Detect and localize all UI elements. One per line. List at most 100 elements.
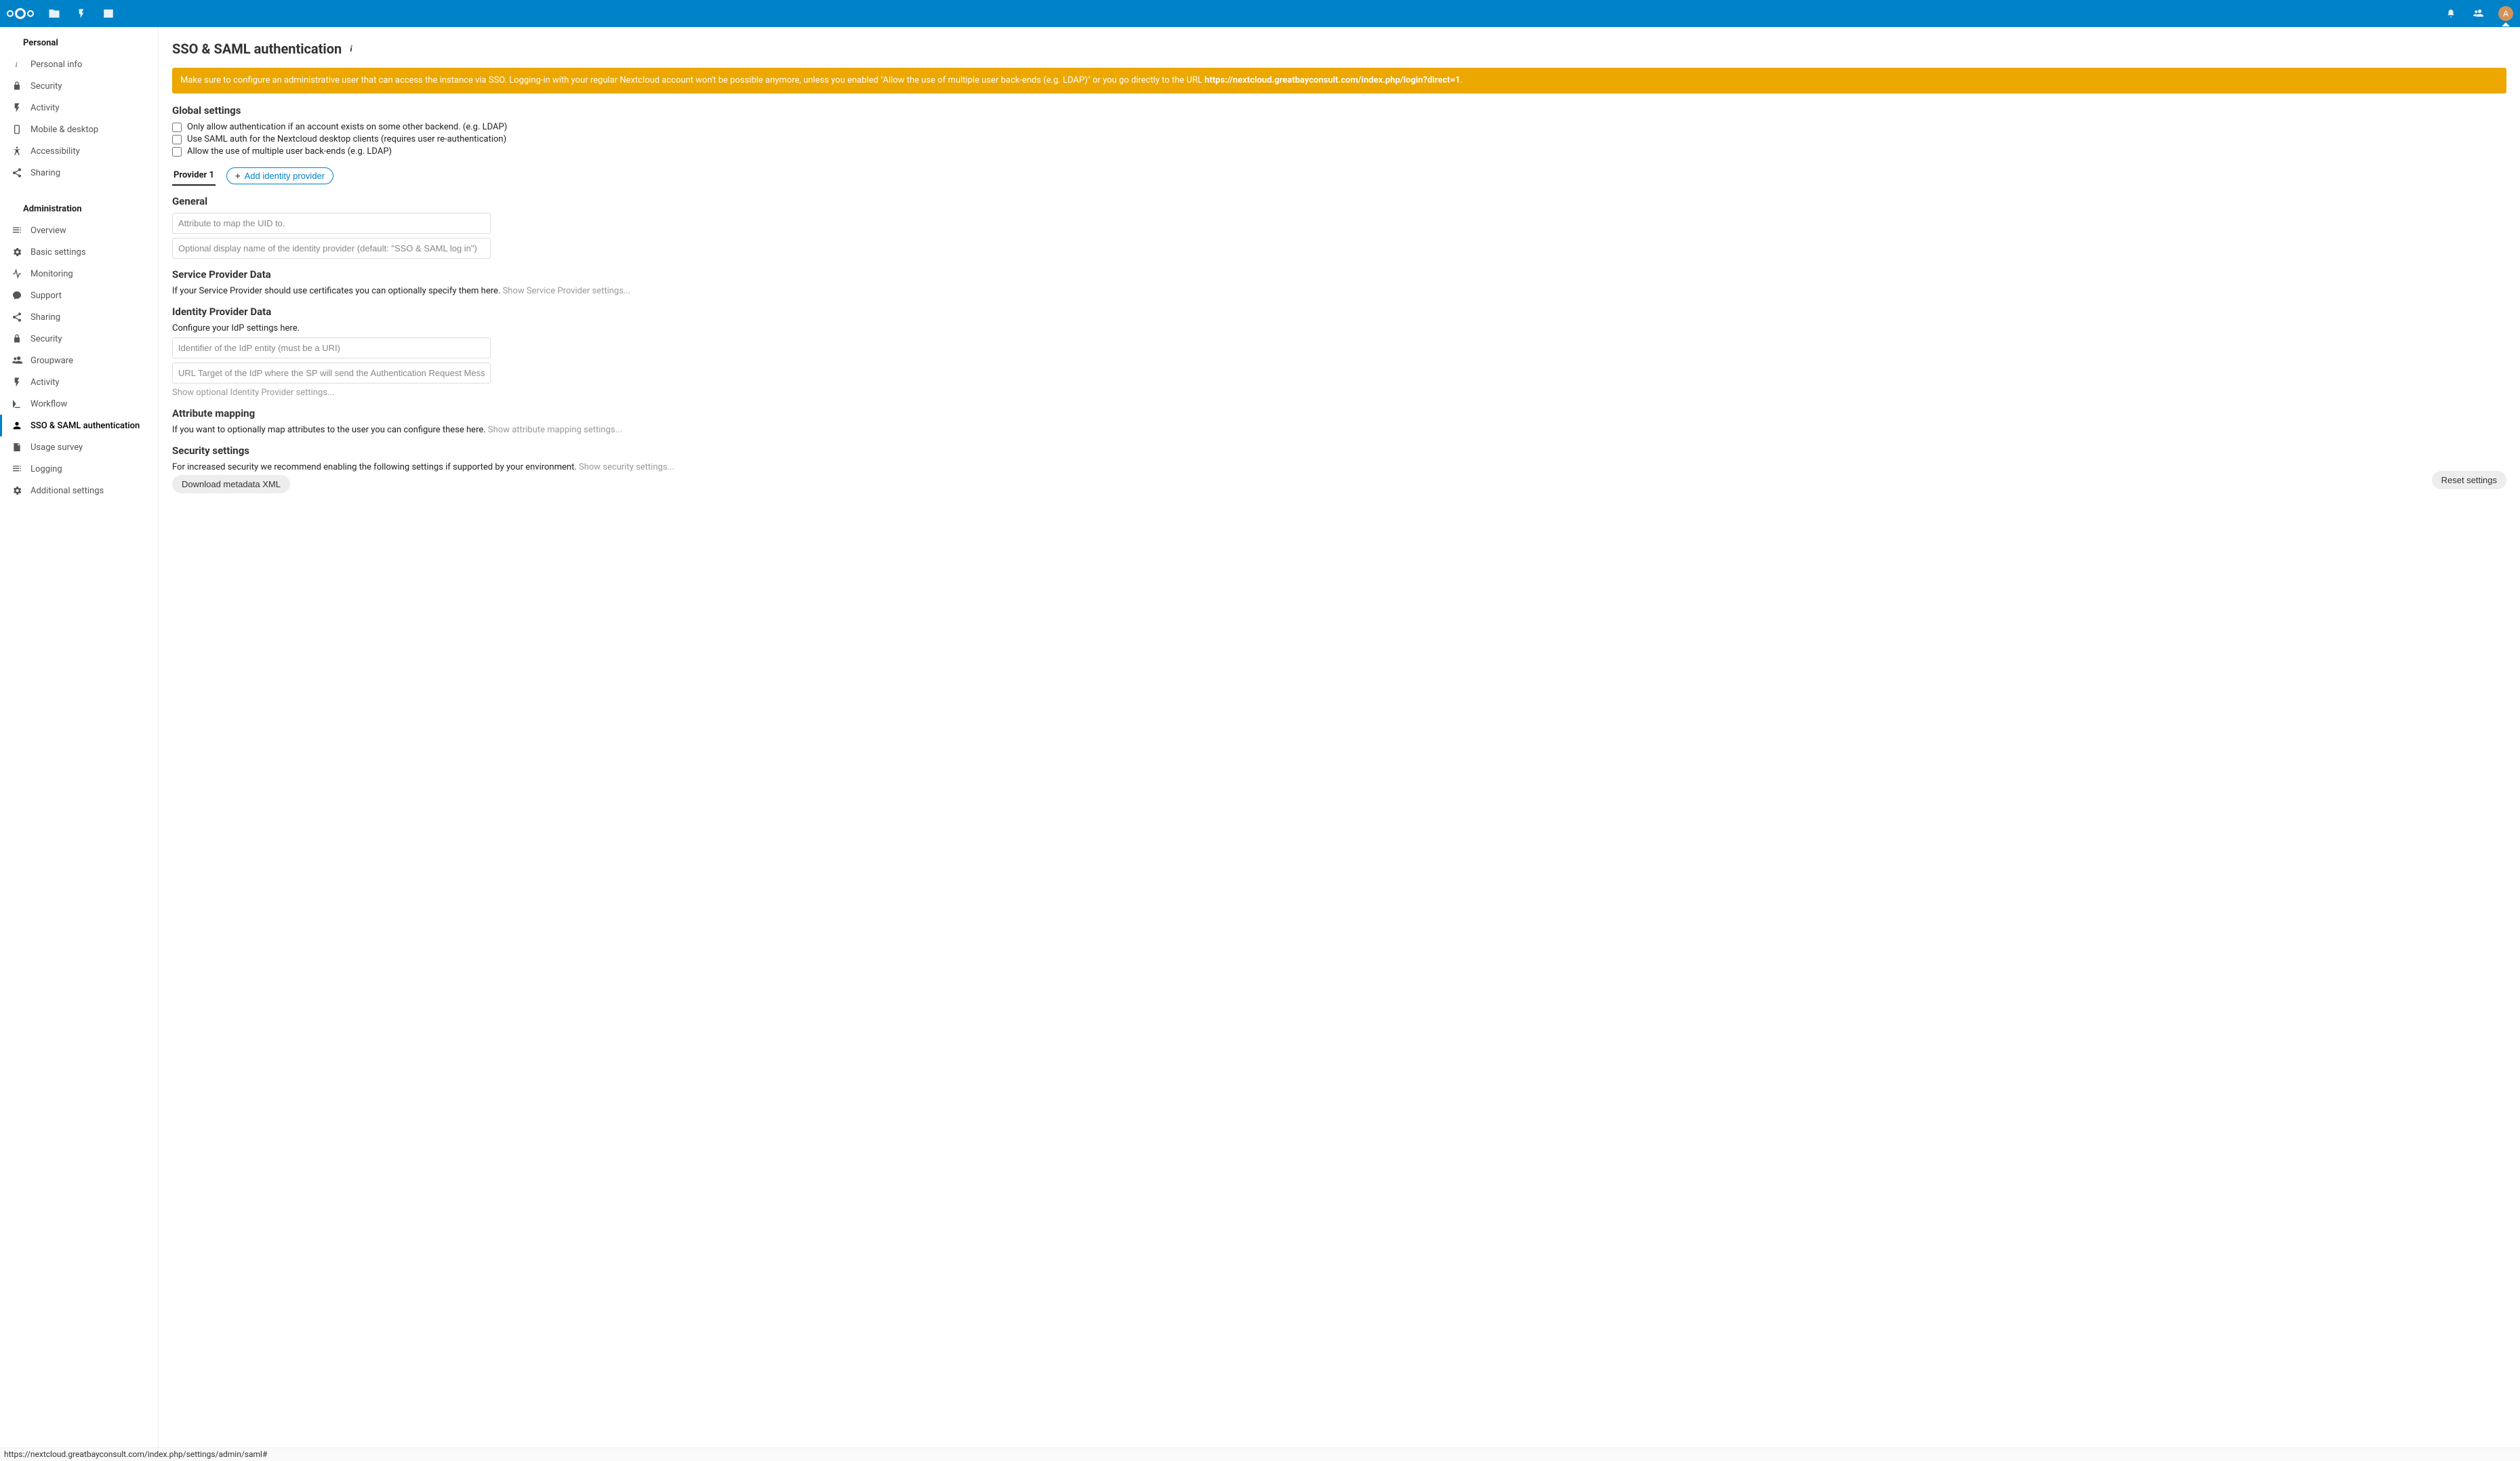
sidebar-item-label: Monitoring	[31, 269, 73, 279]
identity-provider-data-heading: Identity Provider Data	[172, 306, 2506, 318]
sidebar-item-overview[interactable]: Overview	[0, 220, 158, 241]
sidebar-item-label: Sharing	[31, 312, 60, 323]
sidebar-item-mobile[interactable]: Mobile & desktop	[0, 119, 158, 140]
global-setting-1[interactable]: Use SAML auth for the Nextcloud desktop …	[172, 134, 2506, 144]
monitoring-icon	[12, 268, 22, 279]
global-settings-heading: Global settings	[172, 104, 2506, 117]
sharing-icon	[12, 167, 22, 178]
warning-text-post: .	[1461, 75, 1463, 85]
sidebar: Personal i Personal info Security Activity Mo…	[0, 27, 159, 1447]
sidebar-item-label: Activity	[31, 103, 60, 113]
sidebar-item-activity-admin[interactable]: Activity	[0, 371, 158, 393]
notifications-icon[interactable]	[2444, 7, 2458, 20]
show-sp-settings-link[interactable]: Show Service Provider settings...	[503, 286, 631, 296]
global-setting-label: Use SAML auth for the Nextcloud desktop …	[187, 134, 506, 144]
display-name-input[interactable]	[172, 238, 491, 259]
activity-admin-icon	[12, 377, 22, 388]
warning-banner: Make sure to configure an administrative…	[172, 68, 2506, 94]
mobile-icon	[12, 124, 22, 135]
sidebar-item-label: Usage survey	[31, 443, 83, 453]
sidebar-item-saml[interactable]: SSO & SAML authentication	[0, 415, 158, 436]
files-icon[interactable]	[47, 7, 61, 20]
sidebar-item-label: Security	[31, 81, 62, 91]
show-attribute-mapping-link[interactable]: Show attribute mapping settings...	[488, 425, 622, 435]
additional-icon	[12, 485, 22, 496]
sidebar-item-logging[interactable]: Logging	[0, 458, 158, 480]
accessibility-icon	[12, 146, 22, 157]
global-setting-0[interactable]: Only allow authentication if an account …	[172, 122, 2506, 132]
logging-icon	[12, 464, 22, 474]
global-setting-checkbox-2[interactable]	[172, 147, 182, 157]
main-content: SSO & SAML authentication i Make sure to…	[159, 27, 2520, 1447]
sidebar-item-label: Logging	[31, 464, 62, 474]
page-title: SSO & SAML authentication	[172, 41, 342, 57]
activity-icon[interactable]	[75, 7, 88, 20]
sidebar-item-activity[interactable]: Activity	[0, 97, 158, 119]
personal-info-icon: i	[12, 59, 22, 70]
sidebar-item-monitoring[interactable]: Monitoring	[0, 263, 158, 285]
security-admin-icon	[12, 333, 22, 344]
tab-provider-1[interactable]: Provider 1	[172, 166, 216, 186]
idp-entity-id-input[interactable]	[172, 337, 491, 358]
attribute-mapping-heading: Attribute mapping	[172, 407, 2506, 419]
support-icon	[12, 290, 22, 301]
sidebar-item-label: Additional settings	[31, 486, 104, 496]
idp-url-target-input[interactable]	[172, 363, 491, 384]
sidebar-item-label: Mobile & desktop	[31, 125, 98, 135]
avatar[interactable]: A	[2498, 6, 2513, 21]
svg-text:i: i	[15, 60, 17, 69]
topbar: A	[0, 0, 2520, 27]
add-identity-provider-button[interactable]: + Add identity provider	[226, 167, 333, 184]
sidebar-item-sharing-admin[interactable]: Sharing	[0, 306, 158, 328]
sidebar-item-accessibility[interactable]: Accessibility	[0, 140, 158, 162]
info-icon[interactable]: i	[350, 43, 352, 54]
sec-desc: For increased security we recommend enab…	[172, 462, 577, 472]
reset-settings-button[interactable]: Reset settings	[2432, 471, 2506, 489]
uid-attribute-input[interactable]	[172, 213, 491, 234]
sidebar-group-title: Personal	[0, 33, 158, 54]
sidebar-item-groupware[interactable]: Groupware	[0, 350, 158, 371]
sidebar-item-security-admin[interactable]: Security	[0, 328, 158, 350]
warning-text-pre: Make sure to configure an administrative…	[180, 75, 1204, 85]
sidebar-item-basic[interactable]: Basic settings	[0, 241, 158, 263]
saml-icon	[12, 420, 22, 431]
sidebar-item-label: Accessibility	[31, 146, 80, 157]
global-setting-checkbox-1[interactable]	[172, 135, 182, 144]
sidebar-item-label: Basic settings	[31, 247, 86, 258]
idp-desc: Configure your IdP settings here.	[172, 323, 2506, 333]
sidebar-item-label: Sharing	[31, 168, 60, 178]
activity-icon	[12, 102, 22, 113]
show-idp-settings-link[interactable]: Show optional Identity Provider settings…	[172, 388, 334, 398]
sidebar-item-personal-info[interactable]: i Personal info	[0, 54, 158, 75]
warning-url: https://nextcloud.greatbayconsult.com/in…	[1204, 75, 1460, 85]
sidebar-item-additional[interactable]: Additional settings	[0, 480, 158, 501]
gallery-icon[interactable]	[102, 7, 115, 20]
sidebar-item-workflow[interactable]: Workflow	[0, 393, 158, 415]
show-security-settings-link[interactable]: Show security settings...	[579, 462, 674, 472]
global-setting-label: Only allow authentication if an account …	[187, 122, 507, 132]
overview-icon	[12, 225, 22, 236]
sidebar-item-security[interactable]: Security	[0, 75, 158, 97]
sharing-admin-icon	[12, 312, 22, 323]
groupware-icon	[12, 355, 22, 366]
sidebar-item-label: Overview	[31, 226, 66, 236]
attr-desc: If you want to optionally map attributes…	[172, 425, 486, 435]
avatar-letter: A	[2503, 9, 2508, 18]
service-provider-data-heading: Service Provider Data	[172, 268, 2506, 281]
status-bar: https://nextcloud.greatbayconsult.com/in…	[0, 1447, 2520, 1461]
security-icon	[12, 81, 22, 91]
spd-desc: If your Service Provider should use cert…	[172, 286, 500, 296]
add-identity-provider-label: Add identity provider	[245, 171, 325, 181]
sidebar-item-usage[interactable]: Usage survey	[0, 436, 158, 458]
global-setting-2[interactable]: Allow the use of multiple user back-ends…	[172, 146, 2506, 157]
download-metadata-button[interactable]: Download metadata XML	[172, 475, 290, 493]
contacts-icon[interactable]	[2471, 7, 2485, 20]
sidebar-item-support[interactable]: Support	[0, 285, 158, 306]
sidebar-item-label: Workflow	[31, 399, 67, 409]
sidebar-item-sharing[interactable]: Sharing	[0, 162, 158, 184]
security-settings-heading: Security settings	[172, 445, 2506, 457]
nextcloud-logo[interactable]	[7, 8, 34, 19]
sidebar-item-label: Personal info	[31, 60, 82, 70]
plus-icon: +	[235, 171, 241, 181]
global-setting-checkbox-0[interactable]	[172, 123, 182, 132]
